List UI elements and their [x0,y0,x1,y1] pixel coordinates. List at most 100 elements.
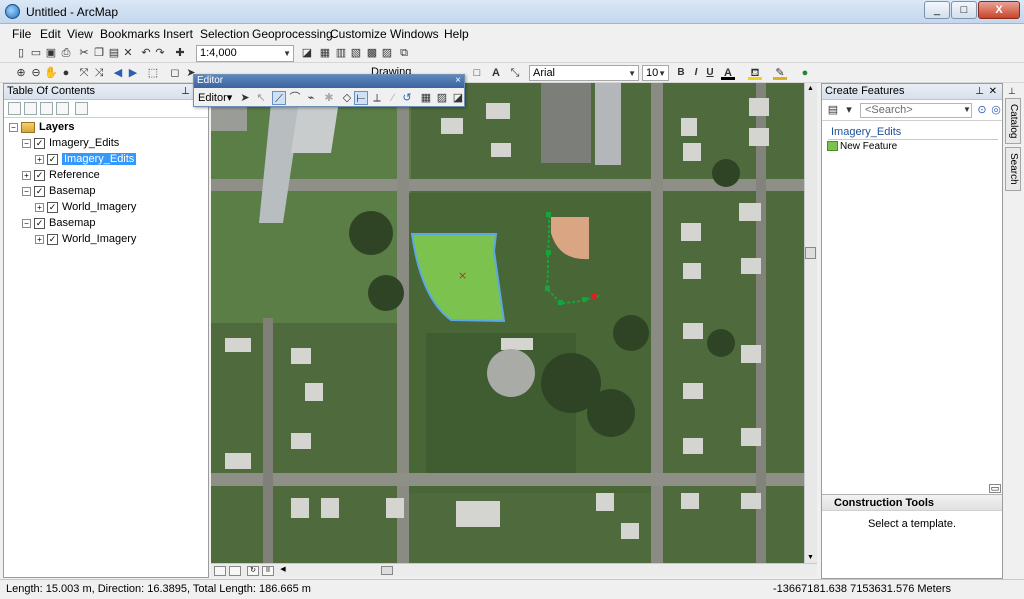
collapse-icon[interactable]: − [22,218,31,228]
point-icon[interactable]: ✱ [322,91,336,105]
menu-windows[interactable]: Windows [390,27,439,41]
sketch-vertex[interactable] [546,212,551,217]
clear-selection-icon[interactable]: ◻ [168,66,182,80]
rotate-icon[interactable]: ↺ [400,91,414,105]
save-icon[interactable]: ▣ [44,46,58,60]
editor-toolbar-titlebar[interactable]: Editor × [194,75,464,88]
scroll-down-icon[interactable]: ▼ [807,554,814,561]
scrollbar-thumb[interactable] [381,566,393,575]
pin-icon[interactable]: ⊥ [975,84,984,99]
toc-layer-row[interactable]: + ✓ Reference [22,168,100,183]
toc-layer-row[interactable]: + ✓ Imagery_Edits [35,152,137,167]
filter-icon[interactable]: ▾ [842,103,856,117]
search-tab[interactable]: Search [1005,147,1021,191]
layer-visibility-checkbox[interactable]: ✓ [34,169,45,181]
table-of-contents-icon[interactable]: ▦ [318,46,332,60]
editor-toolbar-icon[interactable]: ◪ [300,46,314,60]
end-point-arc-icon[interactable]: ⌒ [288,91,302,105]
collapse-icon[interactable]: − [22,138,31,148]
collapse-icon[interactable]: − [22,186,31,196]
font-color-button[interactable]: A [721,66,735,80]
menu-customize[interactable]: Customize [330,27,387,41]
list-by-visibility-icon[interactable] [40,102,53,115]
menu-geoprocessing[interactable]: Geoprocessing [252,27,333,41]
catalog-icon[interactable]: ▥ [334,46,348,60]
minimize-button[interactable]: _ [924,1,950,19]
scroll-up-icon[interactable]: ▲ [807,85,814,92]
toc-options-icon[interactable] [75,102,88,115]
reshape-feature-icon[interactable]: ⊢ [354,91,368,105]
arctoolbox-icon[interactable]: ▩ [365,46,379,60]
full-extent-icon[interactable]: ● [59,66,73,80]
list-by-selection-icon[interactable] [56,102,69,115]
edit-vertices-icon[interactable]: ◇ [340,91,354,105]
close-icon[interactable]: ✕ [989,84,997,99]
sketch-vertex[interactable] [546,250,551,255]
sketch-vertex[interactable] [582,297,587,302]
pin-icon[interactable]: ⊥ [1008,86,1016,97]
bold-button[interactable]: B [674,66,688,80]
layer-visibility-checkbox[interactable]: ✓ [47,201,58,213]
close-icon[interactable]: × [455,75,461,87]
zoom-in-icon[interactable]: ⊕ [14,66,28,80]
refresh-icon[interactable]: ↻ [247,566,259,576]
cut-polygons-icon[interactable]: ⟂ [370,91,384,105]
menu-bookmarks[interactable]: Bookmarks [100,27,160,41]
expand-icon[interactable]: + [35,234,44,244]
font-name-combo[interactable]: Arial ▼ [529,65,639,81]
sketch-current-vertex[interactable] [591,293,597,299]
text-tool-icon[interactable]: A [489,66,503,80]
layer-visibility-checkbox[interactable]: ✓ [47,233,58,245]
toc-layer-row[interactable]: + ✓ World_Imagery [35,200,136,215]
template-search-input[interactable]: <Search> [860,103,972,118]
new-document-icon[interactable]: ▯ [14,46,28,60]
menu-insert[interactable]: Insert [163,27,193,41]
template-properties-icon[interactable]: ◎ [989,103,1003,117]
toc-layer-row[interactable]: − ✓ Basemap [22,216,95,231]
layer-visibility-checkbox[interactable]: ✓ [34,217,45,229]
select-features-icon[interactable]: ⬚ [146,66,160,80]
redo-icon[interactable]: ↷ [153,46,167,60]
forward-icon[interactable]: ▶ [126,66,140,80]
editor-menu-button[interactable]: Editor▾ [198,91,232,104]
expand-icon[interactable]: + [35,202,44,212]
straight-segment-icon[interactable]: ⟋ [272,91,286,105]
create-features-icon[interactable]: ◪ [451,91,465,105]
catalog-tab[interactable]: Catalog [1005,98,1021,144]
paste-icon[interactable]: ▤ [107,46,121,60]
copy-icon[interactable]: ❐ [92,46,106,60]
restore-pane-icon[interactable]: ▭ [989,484,1001,493]
layer-visibility-checkbox[interactable]: ✓ [34,185,45,197]
layer-visibility-checkbox[interactable]: ✓ [47,153,58,165]
menu-edit[interactable]: Edit [40,27,61,41]
sketch-vertex[interactable] [558,300,563,305]
search-icon[interactable]: ⊙ [975,103,989,117]
toc-layer-row[interactable]: − ✓ Imagery_Edits [22,136,119,151]
feature-template-item[interactable]: New Feature [827,141,897,152]
menu-help[interactable]: Help [444,27,469,41]
toc-layer-row[interactable]: + ✓ World_Imagery [35,232,136,247]
model-builder-icon[interactable]: ⧉ [397,46,411,60]
pause-drawing-icon[interactable]: II [262,566,274,576]
trace-icon[interactable]: ⌁ [304,91,318,105]
pan-icon[interactable]: ✋ [44,66,58,80]
maximize-button[interactable]: □ [951,1,977,19]
line-color-icon[interactable]: ✎ [773,66,787,80]
python-icon[interactable]: ▨ [380,46,394,60]
print-icon[interactable]: ⎙ [59,46,73,60]
data-view-icon[interactable] [214,566,226,576]
menu-view[interactable]: View [67,27,93,41]
map-vertical-scrollbar[interactable]: ▲ ▼ [804,83,817,563]
marker-color-icon[interactable]: ● [798,66,812,80]
italic-button[interactable]: I [689,66,703,80]
edit-annotation-icon[interactable]: ↖ [254,91,268,105]
underline-button[interactable]: U [703,66,717,80]
sketch-vertex[interactable] [545,286,550,291]
close-button[interactable]: X [978,1,1020,19]
delete-icon[interactable]: ✕ [121,46,135,60]
rectangle-icon[interactable]: □ [470,66,484,80]
layout-view-icon[interactable] [229,566,241,576]
collapse-icon[interactable]: − [9,122,18,132]
edit-tool-icon[interactable]: ➤ [238,91,252,105]
chevron-down-icon[interactable]: ▼ [960,103,974,117]
